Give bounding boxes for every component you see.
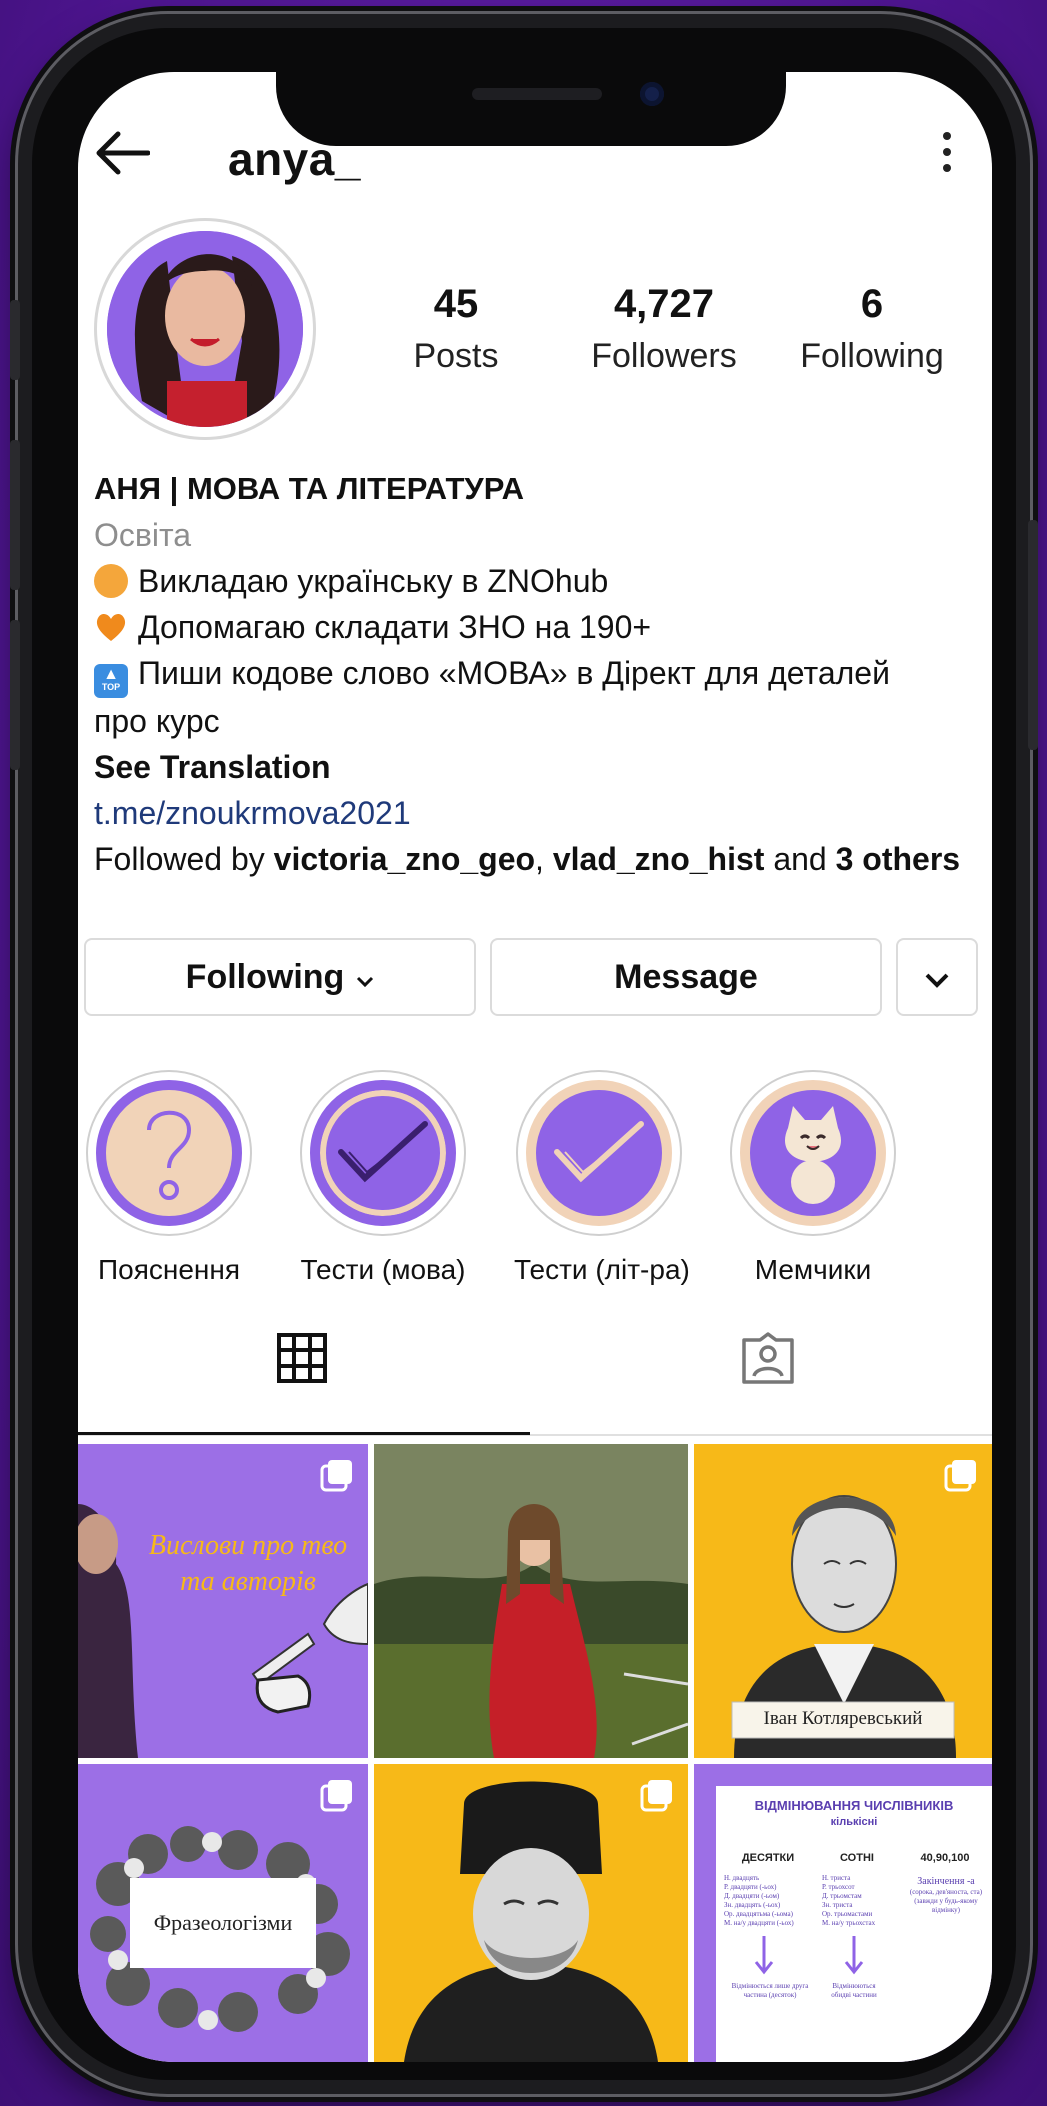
checkmark-icon [338,1121,428,1183]
highlight-poyasnennya[interactable]: Пояснення [84,1070,254,1286]
post-6-note-1: Відмінюється лише друга частина (десяток… [731,1982,809,1999]
profile-name: АНЯ | МОВА ТА ЛІТЕРАТУРА [94,471,525,506]
following-button[interactable]: Following [84,938,476,1016]
post-tile-3[interactable]: Іван Котляревський [694,1444,992,1758]
post-1-title: Вислови про тво та авторів [148,1530,348,1597]
screen: anya_ 45 Posts 4,727 Followers 6 Followi… [78,72,992,2062]
post-tile-6[interactable]: ВІДМІНЮВАННЯ ЧИСЛІВНИКІВ кількісні ДЕСЯТ… [694,1764,992,2062]
followed-by[interactable]: Followed by victoria_zno_geo, vlad_zno_h… [94,836,974,882]
highlight-testy-mova[interactable]: Тести (мова) [298,1070,468,1286]
profile-category: Освіта [94,517,192,553]
multi-photo-icon [320,1460,352,1492]
active-tab-indicator [78,1432,530,1435]
multi-photo-icon [320,1780,352,1812]
profile-bio: АНЯ | МОВА ТА ЛІТЕРАТУРА Освіта Викладаю… [94,466,974,882]
post-tile-1[interactable]: Вислови про тво та авторів [78,1444,368,1758]
bio-line-1: Викладаю українську в ZNOhub [94,558,974,604]
mute-switch [10,300,20,380]
orange-heart-emoji-icon [94,610,128,644]
avatar-photo [107,231,303,427]
bio-line-2: Допомагаю складати ЗНО на 190+ [94,604,974,650]
bio-line-3: ▲ TOP Пиши кодове слово «МОВА» в Дірект дл… [94,650,974,698]
cat-icon [784,1106,842,1204]
top-arrow-emoji-icon: ▲ TOP [94,664,128,698]
post-tile-4[interactable]: Фразеологізми [78,1764,368,2062]
tab-tagged[interactable] [544,1308,992,1408]
bio-link[interactable]: t.me/znoukrmova2021 [94,790,974,836]
multi-photo-icon [944,1460,976,1492]
phone-notch [276,58,786,146]
message-button[interactable]: Message [490,938,882,1016]
suggested-accounts-button[interactable] [896,938,978,1016]
front-camera-icon [640,82,664,106]
highlight-memchyky[interactable]: Мемчики [728,1070,898,1286]
speaker-grille [472,88,602,100]
post-tile-5[interactable] [374,1764,688,2062]
highlight-testy-lit[interactable]: Тести (літ-ра) [514,1070,690,1286]
post-6-card: ВІДМІНЮВАННЯ ЧИСЛІВНИКІВ кількісні ДЕСЯТ… [716,1786,992,2062]
volume-down-button [10,620,20,770]
multi-photo-icon [640,1780,672,1812]
tagged-icon [742,1332,794,1384]
more-vertical-icon[interactable] [940,132,954,182]
post-6-arrows [754,1936,864,1975]
post-6-note-2: Відмінюються обидві частини [831,1982,877,1999]
following-count[interactable]: 6 Following [772,282,972,376]
grid-icon [277,1333,327,1383]
back-arrow-icon[interactable] [94,130,151,176]
followers-count[interactable]: 4,727 Followers [564,282,764,376]
checkmark-icon [554,1121,644,1183]
see-translation-link[interactable]: See Translation [94,744,974,790]
cat-heart-eyes-emoji-icon [94,564,128,598]
post-4-title: Фразеологізми [153,1910,293,1935]
volume-up-button [10,440,20,590]
post-tile-2[interactable] [374,1444,688,1758]
profile-avatar[interactable] [94,218,316,440]
power-button [1028,520,1038,750]
chevron-down-icon [356,958,374,997]
posts-count[interactable]: 45 Posts [356,282,556,376]
post-3-caption: Іван Котляревський [763,1708,923,1729]
bio-line-4: про курс [94,703,220,739]
chevron-down-icon [924,958,950,997]
tab-posts-grid[interactable] [78,1308,526,1408]
question-mark-icon [147,1110,192,1200]
